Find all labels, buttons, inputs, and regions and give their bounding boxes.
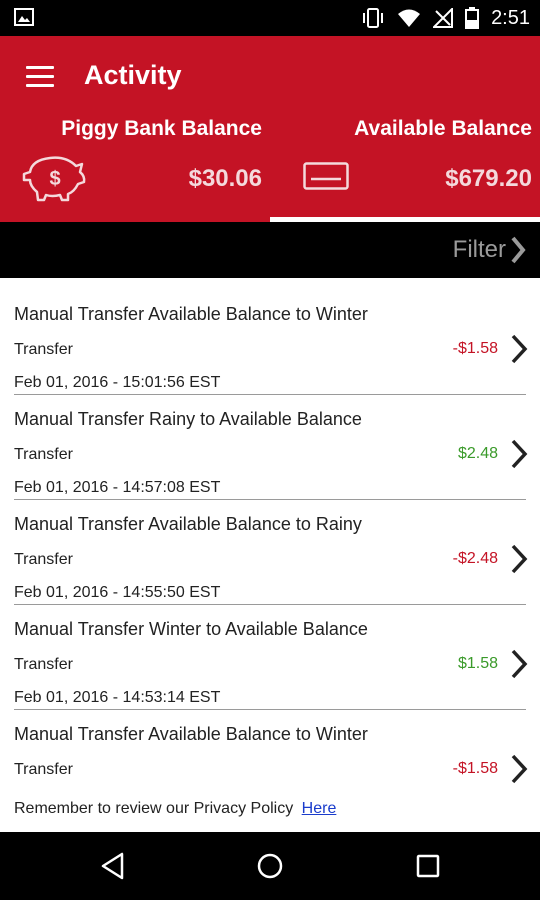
battery-icon bbox=[465, 7, 480, 29]
svg-text:$: $ bbox=[49, 168, 60, 190]
recents-icon[interactable] bbox=[412, 850, 444, 882]
piggy-bank-icon: $ bbox=[22, 156, 86, 202]
back-icon[interactable] bbox=[98, 850, 130, 882]
transaction-type: Transfer bbox=[14, 446, 73, 463]
available-balance-value: $679.20 bbox=[445, 165, 532, 192]
transaction-type: Transfer bbox=[14, 656, 73, 673]
transaction-row[interactable]: Manual Transfer Available Balance to Win… bbox=[0, 278, 540, 391]
transaction-row[interactable]: Manual Transfer Winter to Available Bala… bbox=[0, 593, 540, 706]
transaction-title: Manual Transfer Winter to Available Bala… bbox=[14, 619, 368, 639]
piggy-bank-balance-label: Piggy Bank Balance bbox=[61, 117, 262, 140]
wifi-icon bbox=[398, 9, 421, 27]
piggy-bank-balance-tab[interactable]: Piggy Bank Balance $ $30.06 bbox=[0, 112, 270, 222]
transaction-title: Manual Transfer Available Balance to Win… bbox=[14, 724, 368, 744]
filter-button[interactable]: Filter bbox=[453, 222, 526, 278]
privacy-notice: Remember to review our Privacy Policy He… bbox=[14, 800, 336, 818]
transaction-type: Transfer bbox=[14, 761, 73, 778]
chevron-right-icon bbox=[511, 544, 528, 574]
chevron-right-icon bbox=[511, 334, 528, 364]
privacy-policy-link[interactable]: Here bbox=[302, 800, 337, 817]
clock: 2:51 bbox=[491, 6, 530, 29]
transaction-list: Manual Transfer Available Balance to Win… bbox=[0, 278, 540, 832]
menu-icon[interactable] bbox=[26, 66, 54, 88]
transaction-amount: -$1.58 bbox=[452, 340, 498, 357]
page-title: Activity bbox=[84, 60, 182, 90]
chevron-right-icon bbox=[511, 439, 528, 469]
transaction-row[interactable]: Manual Transfer Available Balance to Rai… bbox=[0, 488, 540, 601]
transaction-title: Manual Transfer Available Balance to Rai… bbox=[14, 514, 362, 534]
available-balance-tab[interactable]: Available Balance $679.20 bbox=[270, 112, 540, 222]
image-icon bbox=[14, 8, 34, 26]
chevron-right-icon bbox=[511, 649, 528, 679]
system-nav-bar bbox=[0, 832, 540, 900]
transaction-type: Transfer bbox=[14, 341, 73, 358]
transaction-title: Manual Transfer Rainy to Available Balan… bbox=[14, 409, 362, 429]
transaction-row[interactable]: Manual Transfer Rainy to Available Balan… bbox=[0, 383, 540, 496]
home-icon[interactable] bbox=[254, 850, 286, 882]
filter-label: Filter bbox=[452, 236, 506, 263]
chevron-right-icon bbox=[511, 236, 526, 264]
chevron-right-icon bbox=[511, 754, 528, 784]
card-icon bbox=[303, 162, 349, 190]
transaction-amount: $2.48 bbox=[457, 445, 498, 462]
vibrate-icon bbox=[363, 8, 384, 28]
signal-icon bbox=[433, 8, 454, 28]
privacy-text: Remember to review our Privacy Policy bbox=[14, 800, 294, 817]
transaction-title: Manual Transfer Available Balance to Win… bbox=[14, 304, 368, 324]
transaction-amount: $1.58 bbox=[457, 655, 498, 672]
available-balance-label: Available Balance bbox=[354, 117, 532, 140]
transaction-amount: -$1.58 bbox=[452, 760, 498, 777]
status-bar: 2:51 bbox=[0, 0, 540, 36]
transaction-row[interactable]: Manual Transfer Available Balance to Win… bbox=[0, 698, 540, 803]
transaction-type: Transfer bbox=[14, 551, 73, 568]
piggy-bank-balance-value: $30.06 bbox=[188, 165, 262, 192]
activity-header: Activity Piggy Bank Balance $ $30.06 Ava… bbox=[0, 36, 540, 222]
transaction-amount: -$2.48 bbox=[452, 550, 498, 567]
filter-bar: Filter bbox=[0, 222, 540, 278]
